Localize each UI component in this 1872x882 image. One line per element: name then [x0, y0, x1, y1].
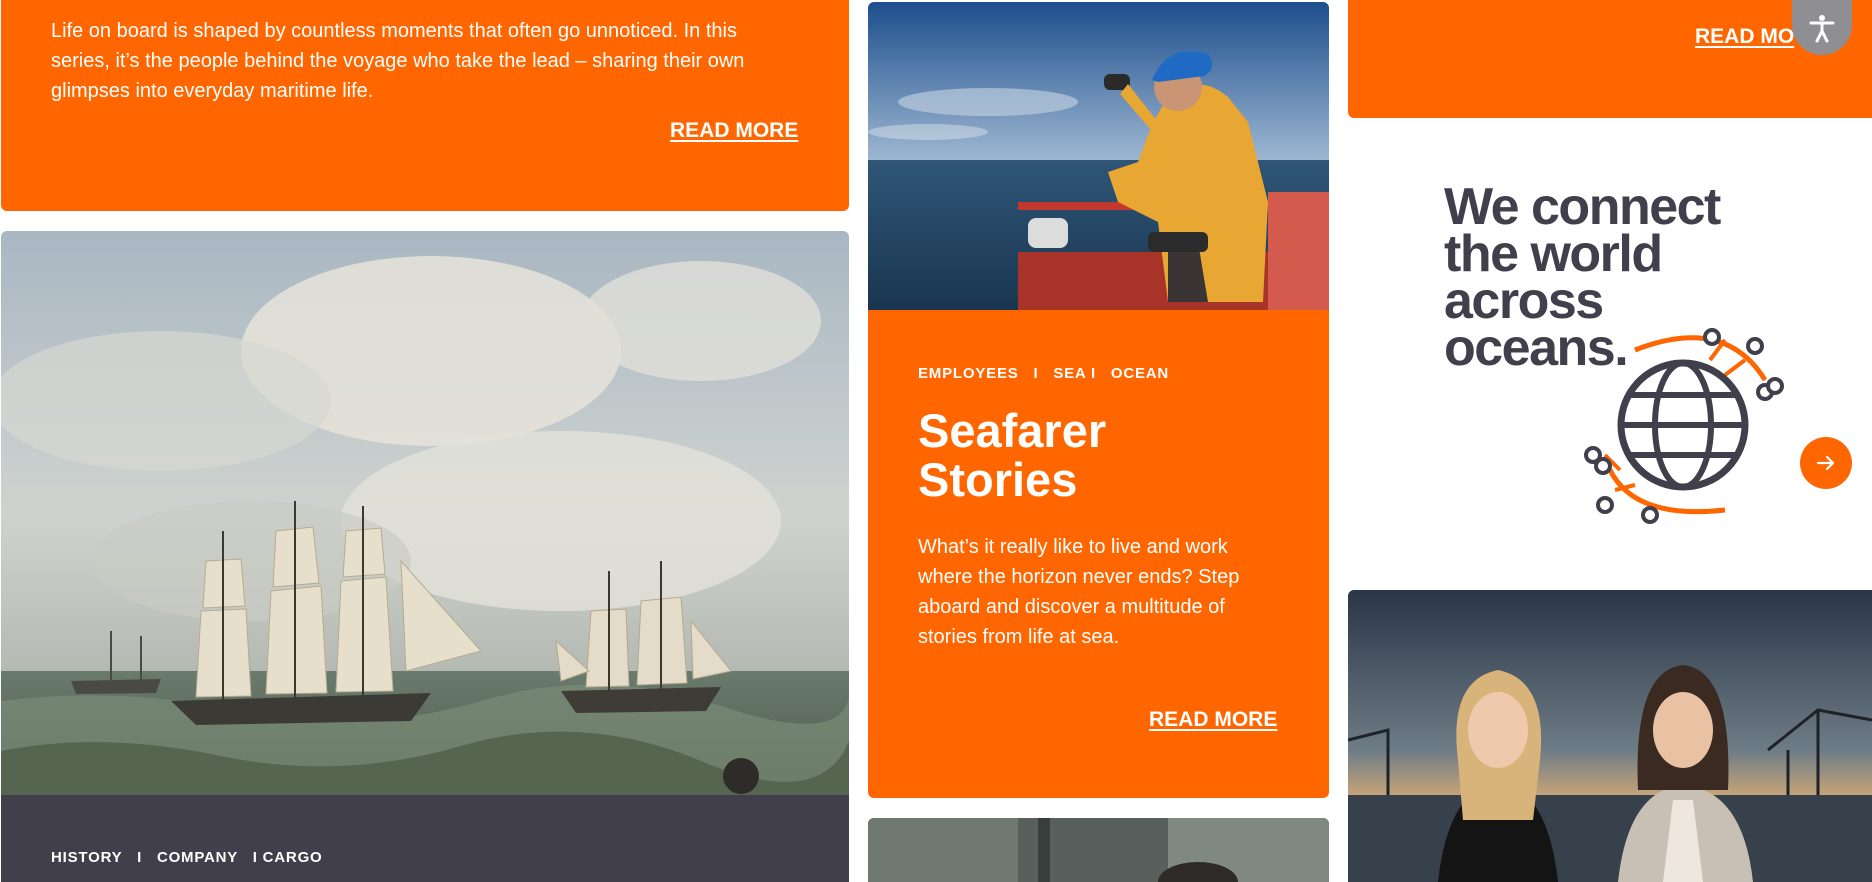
office-photo-card[interactable]	[868, 818, 1329, 882]
seafarer-title: Seafarer Stories	[918, 406, 1106, 504]
seafarer-title-line2: Stories	[918, 453, 1078, 506]
seafarer-title-line1: Seafarer	[918, 404, 1107, 457]
seafarer-card-body: EMPLOYEES I SEA I OCEAN Seafarer Stories…	[868, 310, 1329, 798]
read-more-link[interactable]: READ MORE	[670, 119, 798, 143]
seafarer-photo	[868, 2, 1329, 310]
everyday-life-text: Life on board is shaped by countless mom…	[51, 20, 745, 102]
office-photo	[868, 818, 1329, 882]
read-more-link[interactable]: READ MO	[1695, 25, 1794, 49]
accessibility-icon	[1807, 13, 1837, 43]
team-photo	[1348, 590, 1872, 882]
team-photo-card[interactable]	[1348, 590, 1872, 882]
seafarer-stories-card[interactable]: EMPLOYEES I SEA I OCEAN Seafarer Stories…	[868, 2, 1329, 798]
next-slide-button[interactable]	[1800, 437, 1852, 489]
history-card[interactable]: HISTORY I COMPANY I CARGO	[1, 231, 849, 882]
arrow-right-icon	[1814, 451, 1838, 475]
seafarer-tags: EMPLOYEES I SEA I OCEAN	[918, 365, 1170, 382]
history-card-footer: HISTORY I COMPANY I CARGO	[1, 795, 849, 882]
everyday-life-card: Life on board is shaped by countless mom…	[1, 0, 849, 211]
sailing-ships-painting	[1, 231, 849, 795]
history-tags: HISTORY I COMPANY I CARGO	[51, 849, 323, 866]
seafarer-description: What’s it really like to live and work w…	[918, 536, 1240, 648]
globe-network-icon	[1575, 320, 1790, 530]
read-more-link[interactable]: READ MORE	[1149, 708, 1277, 732]
